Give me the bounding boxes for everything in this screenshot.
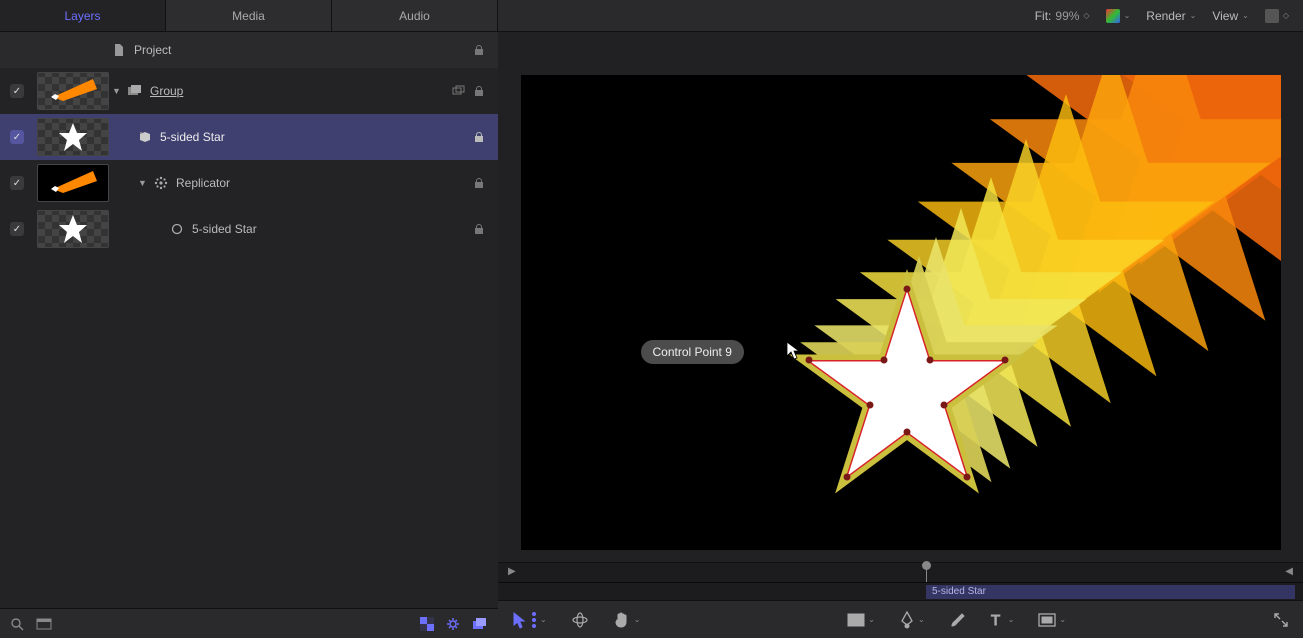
lock-icon[interactable]	[472, 43, 486, 57]
layer-row-group[interactable]: ▼ Group	[0, 68, 498, 114]
replicator-icon	[154, 176, 168, 190]
view-label: View	[1212, 9, 1238, 23]
chevron-down-icon: ⌄	[1124, 11, 1131, 20]
canvas-panel: Fit: 99% ◇ ⌄ Render ⌄ View ⌄ ◇	[498, 0, 1303, 638]
expand-icon[interactable]	[1273, 612, 1289, 628]
lock-icon[interactable]	[472, 176, 486, 190]
pen-tool[interactable]: ⌄	[899, 611, 925, 629]
canvas-content	[521, 75, 1281, 550]
rectangle-tool[interactable]: ⌄	[847, 613, 875, 627]
layer-thumbnail	[37, 164, 109, 202]
layer-thumbnail	[37, 72, 109, 110]
disclosure-triangle[interactable]: ▼	[138, 178, 150, 188]
filter-checker-icon[interactable]	[420, 617, 434, 631]
3d-transform-tool[interactable]	[571, 611, 589, 629]
layout-control[interactable]: ◇	[1265, 9, 1289, 23]
visibility-checkbox[interactable]	[10, 130, 24, 144]
chevron-down-icon: ⌄	[1242, 11, 1249, 20]
layers-panel: Layers Media Audio Project	[0, 0, 498, 638]
cursor-icon	[786, 341, 802, 361]
layer-label: 5-sided Star	[160, 130, 225, 144]
color-chip-icon	[1106, 9, 1120, 23]
fit-control[interactable]: Fit: 99% ◇	[1035, 9, 1090, 23]
cell-icon	[170, 222, 184, 236]
out-marker-icon[interactable]: ◀	[1285, 566, 1293, 577]
render-label: Render	[1146, 9, 1185, 23]
shape-icon	[138, 130, 152, 144]
flatten-icon[interactable]	[452, 84, 466, 98]
mask-tool[interactable]: ⌄	[1038, 613, 1066, 627]
visibility-checkbox[interactable]	[10, 176, 24, 190]
chevron-down-icon: ⌄	[1190, 11, 1197, 20]
tab-media[interactable]: Media	[166, 0, 332, 31]
layer-row-star-cell[interactable]: 5-sided Star	[0, 206, 498, 252]
channels-control[interactable]: ⌄	[1106, 9, 1131, 23]
layer-label: Replicator	[176, 176, 230, 190]
brush-tool[interactable]	[949, 611, 965, 629]
layer-thumbnail	[37, 118, 109, 156]
svg-text:T: T	[991, 612, 1000, 628]
lock-icon[interactable]	[472, 84, 486, 98]
timeline-clip[interactable]: 5-sided Star	[926, 585, 1295, 599]
pan-tool[interactable]: ⌄	[613, 611, 641, 629]
visibility-checkbox[interactable]	[10, 84, 24, 98]
tab-layers[interactable]: Layers	[0, 0, 166, 31]
text-tool[interactable]: T ⌄	[989, 612, 1015, 628]
layers-tabs: Layers Media Audio	[0, 0, 498, 32]
layer-row-star-selected[interactable]: 5-sided Star	[0, 114, 498, 160]
stepper-icon: ◇	[1083, 11, 1089, 20]
chevron-down-icon: ⌄	[540, 615, 547, 624]
lock-icon[interactable]	[472, 130, 486, 144]
lock-icon[interactable]	[472, 222, 486, 236]
layer-row-replicator[interactable]: ▼ Replicator	[0, 160, 498, 206]
layer-thumbnail	[37, 210, 109, 248]
chevron-down-icon: ⌄	[1008, 615, 1015, 624]
frame-icon[interactable]	[36, 618, 52, 630]
playhead[interactable]	[926, 563, 927, 583]
clip-label: 5-sided Star	[932, 586, 986, 597]
layer-list: Project ▼ Group	[0, 32, 498, 608]
control-point-tooltip: Control Point 9	[641, 340, 744, 364]
fit-label: Fit:	[1035, 9, 1052, 23]
layer-label: Group	[150, 84, 183, 98]
chevron-down-icon: ⌄	[868, 615, 875, 624]
mini-timeline[interactable]: 5-sided Star	[498, 582, 1303, 600]
project-icon	[112, 43, 126, 57]
render-menu[interactable]: Render ⌄	[1146, 9, 1196, 23]
view-menu[interactable]: View ⌄	[1212, 9, 1249, 23]
canvas-header: Fit: 99% ◇ ⌄ Render ⌄ View ⌄ ◇	[498, 0, 1303, 32]
stepper-icon: ◇	[1283, 11, 1289, 20]
chevron-down-icon: ⌄	[1059, 615, 1066, 624]
disclosure-triangle[interactable]: ▼	[112, 86, 124, 96]
canvas-toolbar: ⌄ ⌄ ⌄ ⌄ T ⌄ ⌄	[498, 600, 1303, 638]
project-label: Project	[134, 43, 171, 57]
filter-stack-icon[interactable]	[472, 618, 488, 630]
group-icon	[128, 84, 142, 98]
filter-gear-icon[interactable]	[446, 617, 460, 631]
project-row[interactable]: Project	[0, 32, 498, 68]
canvas[interactable]: Control Point 9	[521, 75, 1281, 550]
visibility-checkbox[interactable]	[10, 222, 24, 236]
layers-footer	[0, 608, 498, 638]
chevron-down-icon: ⌄	[918, 615, 925, 624]
select-tool[interactable]: ⌄	[512, 611, 547, 629]
layer-label: 5-sided Star	[192, 222, 257, 236]
layout-icon	[1265, 9, 1279, 23]
search-icon[interactable]	[10, 617, 24, 631]
canvas-area[interactable]: Control Point 9	[498, 32, 1303, 562]
tab-audio[interactable]: Audio	[332, 0, 498, 31]
in-marker-icon[interactable]: ▶	[508, 566, 516, 577]
timeline-ruler[interactable]: ▶ ◀	[498, 562, 1303, 582]
fit-value: 99%	[1055, 9, 1079, 23]
chevron-down-icon: ⌄	[634, 615, 641, 624]
